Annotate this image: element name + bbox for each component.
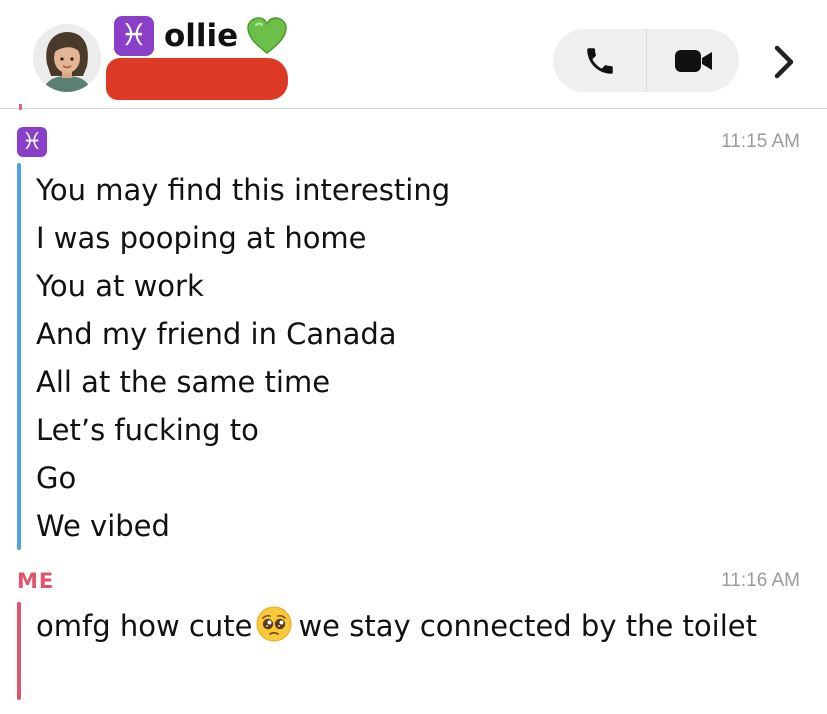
bitmoji-avatar-icon [33, 24, 101, 92]
redacted-subtitle [106, 58, 288, 100]
video-camera-icon [674, 49, 712, 72]
chat-screen: ♓ ollie ♓ 11:15 AM You may find this int… [0, 0, 827, 714]
chat-header: ♓ ollie [0, 0, 827, 109]
chevron-right-icon [774, 45, 794, 79]
contact-name: ollie [164, 18, 239, 54]
voice-call-button[interactable] [553, 29, 646, 92]
message-group-me: ME 11:16 AM omfg how cute we stay connec… [0, 566, 827, 706]
friend-message-lines: You may find this interesting I was poop… [36, 166, 450, 550]
friend-message-bar [17, 163, 21, 550]
pisces-icon: ♓ [17, 127, 47, 157]
message-timestamp: 11:15 AM [721, 131, 800, 152]
message-line[interactable]: You at work [36, 262, 450, 310]
call-controls [553, 29, 739, 92]
message-line[interactable]: Go [36, 454, 450, 502]
scroll-marker [19, 104, 22, 110]
avatar[interactable] [33, 24, 101, 92]
sender-label-me: ME [17, 569, 55, 593]
green-heart-icon [246, 16, 288, 56]
message-line[interactable]: You may find this interesting [36, 166, 450, 214]
pisces-icon: ♓ [114, 16, 154, 56]
pleading-face-icon [256, 606, 292, 642]
chat-details-button[interactable] [762, 38, 806, 86]
message-line[interactable]: I was pooping at home [36, 214, 450, 262]
video-call-button[interactable] [647, 29, 740, 92]
message-line[interactable]: We vibed [36, 502, 450, 550]
message-timestamp: 11:16 AM [721, 570, 800, 591]
message-text-part: omfg how cute [36, 609, 253, 643]
message-line[interactable]: Let’s fucking to [36, 406, 450, 454]
contact-name-row[interactable]: ♓ ollie [114, 14, 288, 58]
message-line[interactable]: All at the same time [36, 358, 450, 406]
message-line[interactable]: And my friend in Canada [36, 310, 450, 358]
message-group-friend: ♓ 11:15 AM You may find this interesting… [0, 127, 827, 552]
message-text-part: we stay connected by the toilet [298, 609, 757, 643]
phone-icon [586, 47, 613, 74]
me-message-bar [17, 602, 21, 700]
my-message-text[interactable]: omfg how cute we stay connected by the t… [36, 602, 796, 650]
